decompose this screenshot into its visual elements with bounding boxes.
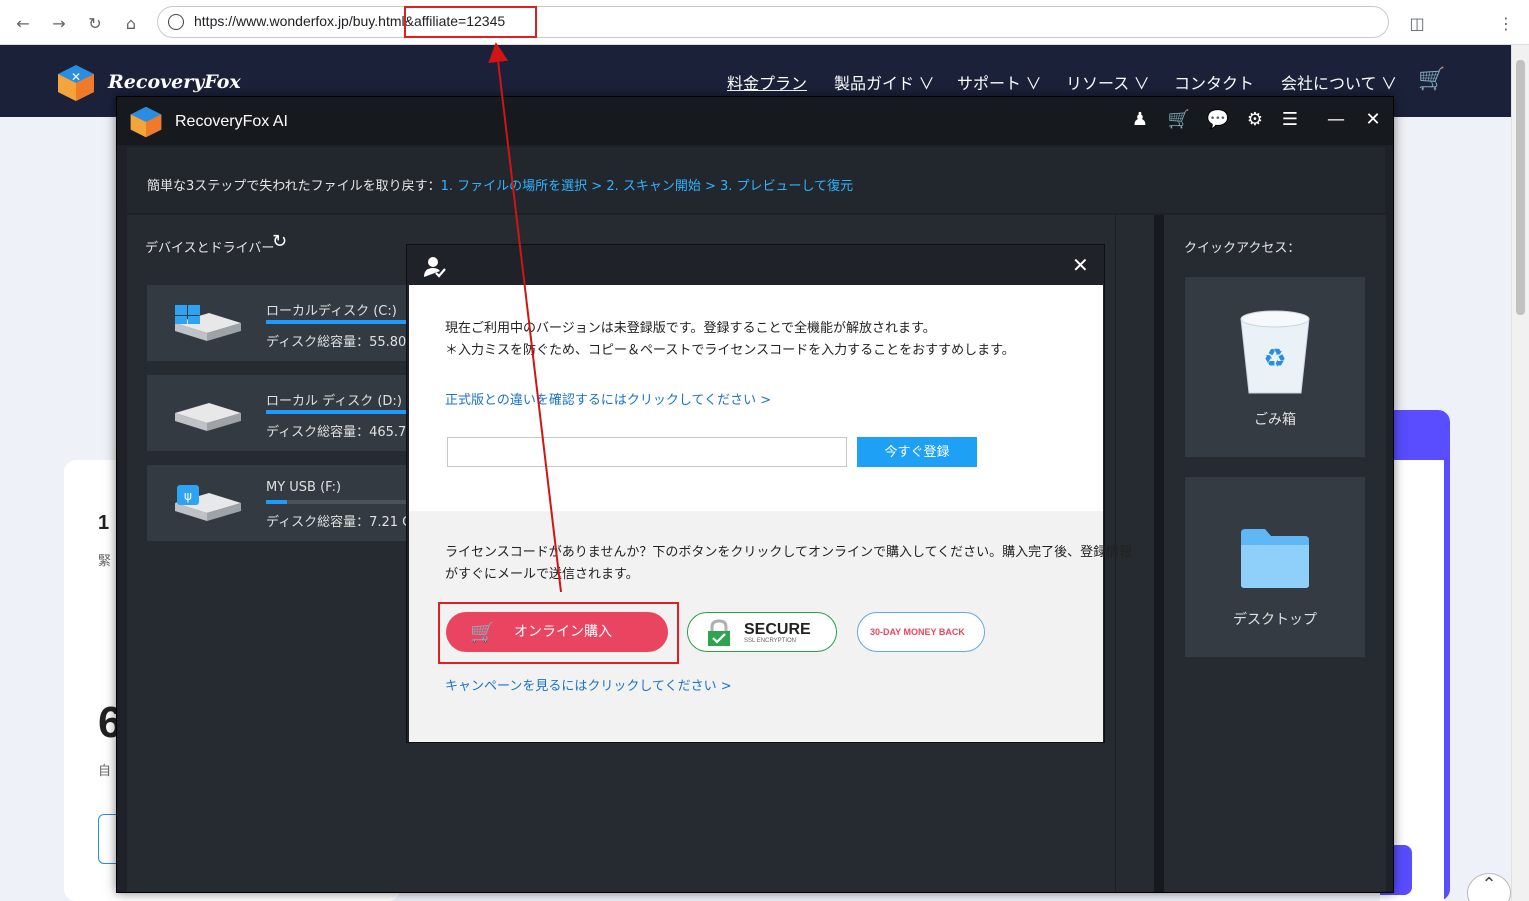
settings-gear-icon[interactable]: ⚙ <box>1242 107 1268 133</box>
forward-icon[interactable]: → <box>46 10 72 36</box>
quick-access-panel: クイックアクセス： ♻ ごみ箱 デスクトップ <box>1164 215 1386 892</box>
home-icon[interactable]: ⌂ <box>118 10 144 36</box>
quick-access-title: クイックアクセス： <box>1184 241 1301 256</box>
card-text-fragment: 緊 <box>98 553 112 568</box>
drive-usage-bar <box>266 320 409 324</box>
steps-banner-steps: 1. ファイルの場所を選択 > 2. スキャン開始 > 3. プレビューして復元 <box>440 179 854 194</box>
page-scrollbar[interactable] <box>1511 45 1529 901</box>
feedback-icon[interactable]: 💬 <box>1205 107 1231 133</box>
svg-text:✕: ✕ <box>71 70 81 84</box>
reload-icon[interactable]: ↻ <box>82 10 108 36</box>
drive-capacity: ディスク総容量：7.21 GB <box>266 515 409 530</box>
recoveryfox-logo-icon: ✕ <box>58 65 94 101</box>
register-dialog: ✕ 現在ご利用中のバージョンは未登録版です。登録することで全機能が解放されます。… <box>406 244 1132 743</box>
nav-pricing[interactable]: 料金プラン <box>727 70 807 94</box>
campaign-link[interactable]: キャンペーンを見るにはクリックしてください > <box>445 675 732 694</box>
card-heading-fragment: 1 <box>98 512 110 534</box>
drive-item[interactable]: ローカルディスク (C:) ディスク総容量：55.80 GB <box>147 285 409 361</box>
register-user-icon <box>424 257 446 278</box>
minimize-icon[interactable]: — <box>1323 107 1349 133</box>
dialog-body: 現在ご利用中のバージョンは未登録版です。登録することで全機能が解放されます。 ＊… <box>409 285 1132 742</box>
browser-toolbar: ← → ↻ ⌂ https://www.wonderfox.jp/buy.htm… <box>0 0 1529 45</box>
app-titlebar: RecoveryFox AI ♟ 🛒 💬 ⚙ ☰ — ✕ <box>117 97 1393 145</box>
drive-capacity: ディスク総容量：465.76 GB <box>266 425 409 440</box>
quick-access-recycle-bin[interactable]: ♻ ごみ箱 <box>1185 277 1365 457</box>
drive-name: ローカル ディスク (D:) <box>266 394 402 409</box>
menu-icon[interactable]: ☰ <box>1277 107 1303 133</box>
register-now-button[interactable]: 今すぐ登録 <box>857 437 977 467</box>
steps-banner-text: 簡単な3ステップで失われたファイルを取り戻す：1. ファイルの場所を選択 > 2… <box>147 175 853 194</box>
quick-access-label: デスクトップ <box>1233 612 1317 628</box>
drive-usage-bar <box>266 410 409 414</box>
nav-resources[interactable]: リソース ∨ <box>1066 70 1150 94</box>
app-logo-icon <box>130 106 162 138</box>
menu-dots-icon[interactable]: ⋮ <box>1493 10 1519 36</box>
drive-usage-fill <box>266 410 409 414</box>
steps-banner: 簡単な3ステップで失われたファイルを取り戻す：1. ファイルの場所を選択 > 2… <box>127 147 1385 213</box>
drive-usage-bar <box>266 500 409 504</box>
close-icon[interactable]: ✕ <box>1360 107 1386 133</box>
nav-about[interactable]: 会社について ∨ <box>1281 70 1397 94</box>
buy-button-highlight-box <box>438 602 679 664</box>
steps-banner-prefix: 簡単な3ステップで失われたファイルを取り戻す： <box>147 179 441 194</box>
back-icon[interactable]: ← <box>10 10 36 36</box>
drive-name: MY USB (F:) <box>266 480 342 495</box>
drive-usage-fill <box>266 320 409 324</box>
drive-item[interactable]: ローカル ディスク (D:) ディスク総容量：465.76 GB <box>147 375 409 451</box>
panel-gutter <box>1154 215 1164 892</box>
back-to-top-icon[interactable]: ⌃ <box>1467 873 1511 901</box>
quick-access-label: ごみ箱 <box>1254 412 1296 428</box>
money-back-badge: 30-DAY MONEY BACK <box>857 612 985 652</box>
secure-subtitle: SSL ENCRYPTION <box>744 638 797 644</box>
folder-icon <box>1241 529 1309 588</box>
hard-drive-icon <box>175 305 241 341</box>
drive-usage-fill <box>266 500 288 504</box>
usb-drive-icon: ψ <box>175 485 241 521</box>
nav-contact[interactable]: コンタクト <box>1174 70 1254 94</box>
license-code-input[interactable] <box>447 437 847 467</box>
scroll-thumb[interactable] <box>1516 60 1525 315</box>
nav-support[interactable]: サポート ∨ <box>957 70 1041 94</box>
extensions-icon[interactable]: ◫ <box>1404 10 1430 36</box>
drive-capacity: ディスク総容量：55.80 GB <box>266 335 409 350</box>
app-title: RecoveryFox AI <box>175 113 288 130</box>
ssl-secure-badge: SECURE SSL ENCRYPTION <box>687 612 837 652</box>
quick-access-desktop[interactable]: デスクトップ <box>1185 477 1365 657</box>
cart-icon[interactable]: 🛒 <box>1166 107 1192 133</box>
address-bar[interactable]: https://www.wonderfox.jp/buy.html&affili… <box>157 6 1389 38</box>
dialog-close-icon[interactable]: ✕ <box>1072 253 1089 277</box>
drive-name: ローカルディスク (C:) <box>266 304 397 319</box>
cart-icon[interactable]: 🛒 <box>1418 67 1445 92</box>
site-info-icon[interactable] <box>168 14 184 30</box>
no-license-text-line1: ライセンスコードがありませんか？下のボタンをクリックしてオンラインで購入してくだ… <box>445 545 1133 560</box>
svg-text:♻: ♻ <box>1263 344 1286 374</box>
hard-drive-icon <box>175 403 241 431</box>
refresh-icon[interactable]: ↻ <box>272 231 287 252</box>
secure-title: SECURE <box>744 621 811 638</box>
svg-text:ψ: ψ <box>184 489 192 503</box>
card-note-fragment: 自 <box>98 763 112 778</box>
compare-versions-link[interactable]: 正式版との違いを確認するにはクリックしてください > <box>445 389 771 408</box>
register-user-icon[interactable]: ♟ <box>1127 107 1153 133</box>
site-logo-text[interactable]: RecoveryFox <box>108 71 241 93</box>
nav-product-guide[interactable]: 製品ガイド ∨ <box>834 70 934 94</box>
recycle-bin-icon: ♻ <box>1240 310 1310 394</box>
unregistered-notice: 現在ご利用中のバージョンは未登録版です。登録することで全機能が解放されます。 <box>445 321 936 336</box>
affiliate-highlight-box <box>404 6 537 38</box>
lock-icon <box>708 619 730 646</box>
money-back-text: 30-DAY MONEY BACK <box>870 627 965 637</box>
copy-paste-tip: ＊入力ミスを防ぐため、コピー＆ペーストでライセンスコードを入力することをおすすめ… <box>445 343 1015 358</box>
no-license-text-line2: がすぐにメールで送信されます。 <box>445 567 639 582</box>
devices-title: デバイスとドライバー <box>145 241 275 256</box>
drive-item[interactable]: ψ MY USB (F:) ディスク総容量：7.21 GB <box>147 465 409 541</box>
